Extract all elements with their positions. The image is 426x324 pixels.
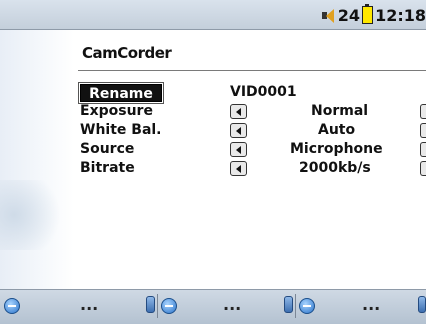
taskbar-slot-2-text: ... — [223, 295, 242, 314]
status-bar: 24 12:18 — [0, 0, 426, 30]
setting-row-rename[interactable]: Rename VID0001 — [78, 82, 426, 104]
white-balance-prev-button[interactable] — [230, 123, 247, 138]
exposure-label: Exposure — [80, 103, 153, 119]
clock: 12:18 — [375, 5, 426, 25]
source-value: Microphone — [290, 141, 383, 157]
setting-row-source[interactable]: Source Microphone — [80, 141, 426, 160]
setting-row-white-balance[interactable]: White Bal. Auto — [80, 122, 426, 141]
panel-glow — [0, 180, 70, 250]
taskbar-separator — [295, 294, 296, 318]
handset-icon — [284, 296, 293, 313]
handset-icon — [418, 296, 426, 313]
taskbar: ... ... ... — [0, 289, 426, 324]
exposure-next-button[interactable] — [420, 104, 426, 119]
bitrate-next-button[interactable] — [420, 161, 426, 176]
white-balance-label: White Bal. — [80, 122, 162, 138]
status-indicators: 24 12:18 — [321, 4, 426, 25]
speaker-icon — [321, 8, 336, 23]
taskbar-slot-3-text: ... — [362, 295, 381, 314]
filename-value: VID0001 — [230, 84, 297, 100]
setting-row-exposure[interactable]: Exposure Normal — [80, 103, 426, 122]
white-balance-next-button[interactable] — [420, 123, 426, 138]
taskbar-slot-1-text: ... — [80, 295, 99, 314]
rename-button[interactable]: Rename — [78, 82, 164, 104]
minus-circle-icon[interactable] — [299, 298, 315, 314]
title-divider — [78, 70, 426, 71]
bitrate-label: Bitrate — [80, 160, 135, 176]
white-balance-value: Auto — [318, 122, 356, 138]
left-decoration-panel — [0, 30, 74, 290]
handset-icon — [146, 296, 155, 313]
minus-circle-icon[interactable] — [4, 298, 20, 314]
source-next-button[interactable] — [420, 142, 426, 157]
bitrate-prev-button[interactable] — [230, 161, 247, 176]
source-prev-button[interactable] — [230, 142, 247, 157]
taskbar-separator — [157, 294, 158, 318]
bitrate-value: 2000kb/s — [299, 160, 371, 176]
minus-circle-icon[interactable] — [161, 298, 177, 314]
exposure-prev-button[interactable] — [230, 104, 247, 119]
setting-row-bitrate[interactable]: Bitrate 2000kb/s — [80, 160, 426, 179]
battery-icon — [362, 4, 374, 24]
exposure-value: Normal — [311, 103, 369, 119]
source-label: Source — [80, 141, 135, 157]
volume-level: 24 — [337, 5, 361, 25]
page-title: CamCorder — [82, 44, 172, 62]
